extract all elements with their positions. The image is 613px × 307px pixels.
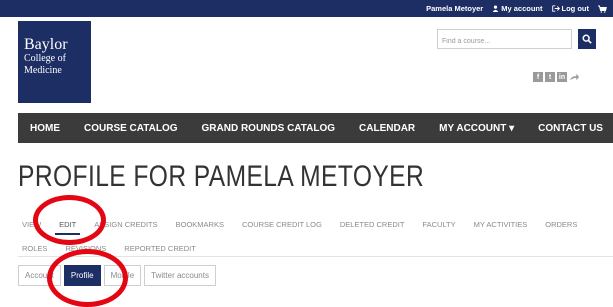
share-icon[interactable] <box>569 72 580 82</box>
top-utility-bar: Pamela Metoyer My account Log out <box>0 0 613 17</box>
tab-course-credit-log[interactable]: COURSE CREDIT LOG <box>238 216 326 235</box>
baylor-logo[interactable]: Baylor College of Medicine <box>18 21 91 103</box>
course-search-box <box>437 29 572 50</box>
main-navigation: HOME COURSE CATALOG GRAND ROUNDS CATALOG… <box>18 113 613 143</box>
search-button[interactable] <box>578 29 596 49</box>
logo-line-1: Baylor <box>24 36 68 53</box>
user-icon <box>492 5 499 12</box>
nav-home[interactable]: HOME <box>18 123 60 134</box>
search-icon <box>582 34 592 44</box>
nav-course-catalog[interactable]: COURSE CATALOG <box>72 123 178 134</box>
tab-my-activities[interactable]: MY ACTIVITIES <box>470 216 532 235</box>
log-out-icon <box>551 5 560 12</box>
cart-link[interactable] <box>598 4 607 13</box>
my-account-label: My account <box>501 4 543 13</box>
social-links: f t in <box>533 72 580 82</box>
user-name-label: Pamela Metoyer <box>426 4 484 13</box>
tab-bookmarks[interactable]: BOOKMARKS <box>172 216 228 235</box>
facebook-icon[interactable]: f <box>533 72 543 82</box>
site-header: Baylor College of Medicine f t in <box>0 17 613 113</box>
tab-roles[interactable]: ROLES <box>18 240 51 257</box>
logo-line-3: Medicine <box>24 65 62 76</box>
tab-orders[interactable]: ORDERS <box>541 216 581 235</box>
nav-calendar[interactable]: CALENDAR <box>347 123 415 134</box>
subtab-twitter-accounts[interactable]: Twitter accounts <box>144 265 216 286</box>
nav-contact-us[interactable]: CONTACT US <box>526 123 603 134</box>
tab-reported-credit[interactable]: REPORTED CREDIT <box>120 240 200 257</box>
annotation-circle-profile <box>47 249 128 307</box>
utility-links: Pamela Metoyer My account Log out <box>426 0 607 17</box>
twitter-icon[interactable]: t <box>545 72 555 82</box>
my-account-link[interactable]: My account <box>492 4 543 13</box>
logo-line-2: College of <box>24 53 66 64</box>
tab-faculty[interactable]: FACULTY <box>418 216 459 235</box>
cart-icon <box>598 4 607 13</box>
page-title: PROFILE FOR PAMELA METOYER <box>18 160 425 193</box>
log-out-label: Log out <box>561 4 590 13</box>
log-out-link[interactable]: Log out <box>551 4 590 13</box>
annotation-circle-edit <box>33 195 106 245</box>
tab-deleted-credit[interactable]: DELETED CREDIT <box>336 216 409 235</box>
linkedin-icon[interactable]: in <box>557 72 567 82</box>
profile-tabs: VIEW EDIT ASSIGN CREDITS BOOKMARKS COURS… <box>18 208 613 257</box>
user-name-link[interactable]: Pamela Metoyer <box>426 4 483 13</box>
nav-grand-rounds-catalog[interactable]: GRAND ROUNDS CATALOG <box>190 123 336 134</box>
course-search-input[interactable] <box>442 33 567 50</box>
nav-my-account[interactable]: MY ACCOUNT ▾ <box>427 123 514 134</box>
